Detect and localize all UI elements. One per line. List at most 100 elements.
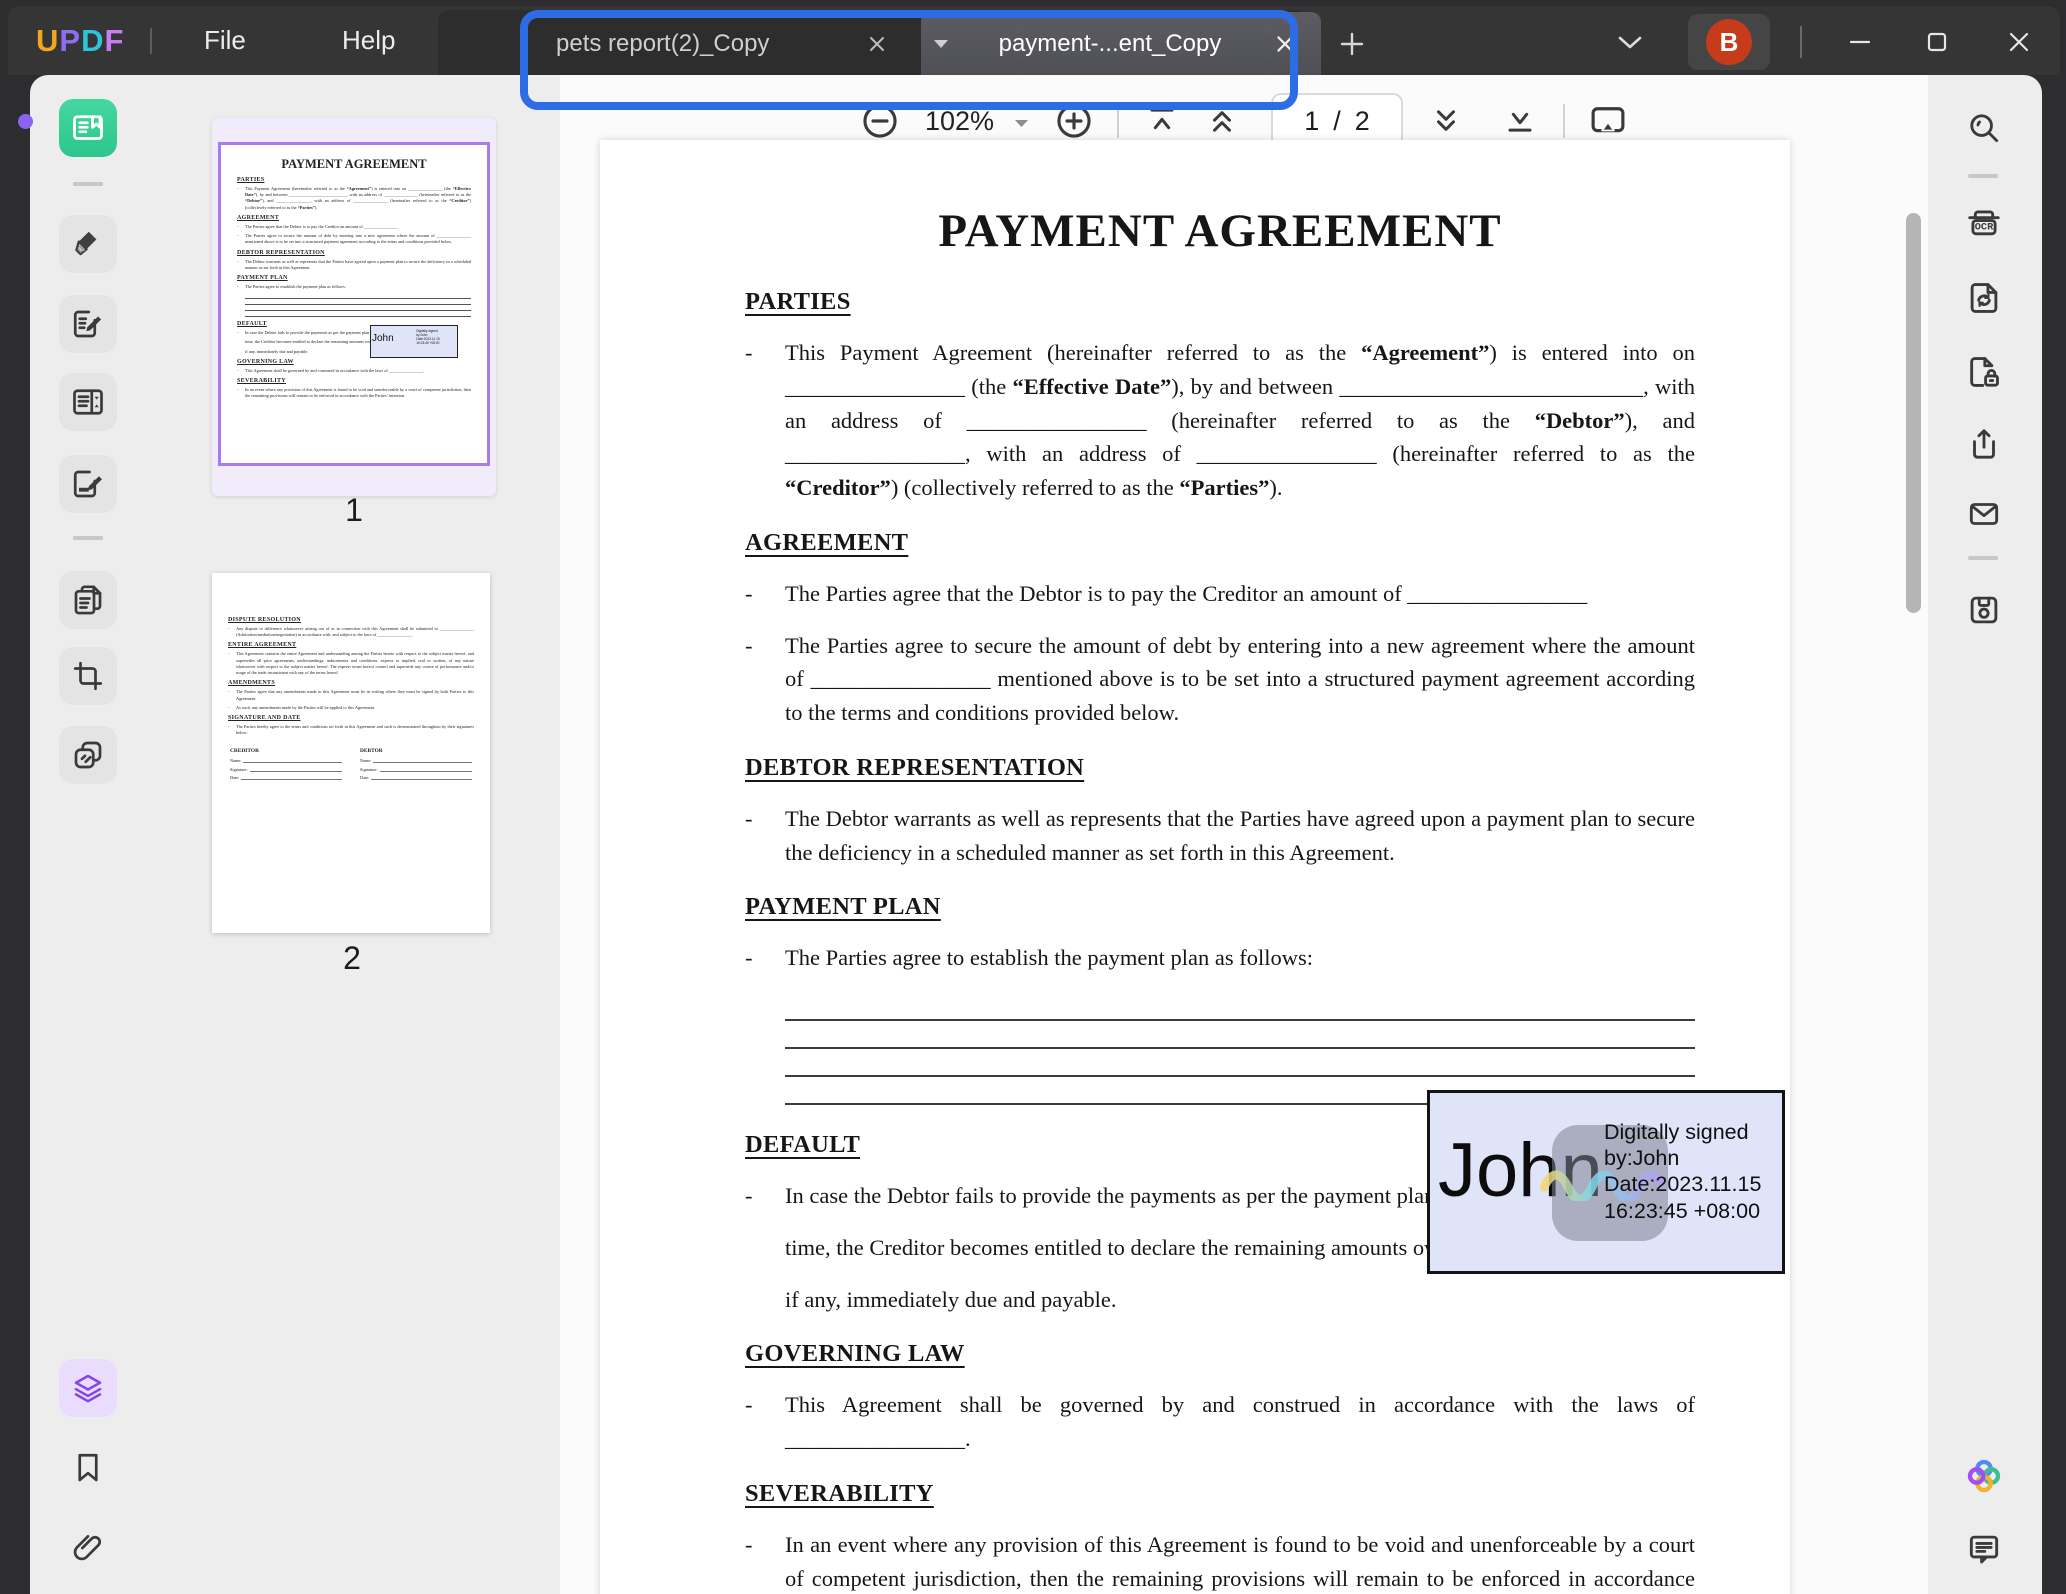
edit-pdf-tool-button[interactable] <box>59 295 117 353</box>
zoom-level[interactable]: 102% <box>925 106 994 137</box>
zoom-in-button[interactable] <box>1051 98 1097 144</box>
tab-payment-agreement[interactable]: payment-...ent_Copy <box>921 12 1321 75</box>
crop-tool-button[interactable] <box>59 647 117 705</box>
signer-title: CREDITOR <box>230 748 342 754</box>
doc-text: The Parties agree that the Debtor is to … <box>785 577 1695 611</box>
first-page-button[interactable] <box>1139 98 1185 144</box>
zoom-out-button[interactable] <box>857 98 903 144</box>
previous-page-button[interactable] <box>1199 98 1245 144</box>
chevron-down-icon[interactable] <box>1612 30 1648 56</box>
rail-divider <box>73 182 103 186</box>
blank-lines <box>745 993 1695 1105</box>
toolbar-divider <box>1563 104 1565 138</box>
list-dash <box>237 330 245 336</box>
doc-text: This Payment Agreement (hereinafter refe… <box>245 186 471 211</box>
chevron-down-icon[interactable] <box>933 39 949 49</box>
menu-divider <box>150 28 152 54</box>
new-tab-button[interactable] <box>1330 24 1374 64</box>
doc-paragraph: The Parties agree that the Debtor is to … <box>237 224 471 230</box>
minimize-button[interactable] <box>1834 22 1886 62</box>
signer-row-label: Date: <box>360 775 369 780</box>
signer-row-label: Signature: <box>360 767 378 772</box>
doc-title: PAYMENT AGREEMENT <box>237 157 471 172</box>
share-button[interactable] <box>1955 415 2013 473</box>
comment-tool-button[interactable] <box>59 215 117 273</box>
doc-paragraph: The Parties agree to establish the payme… <box>745 941 1695 975</box>
doc-heading: PAYMENT PLAN <box>237 275 471 281</box>
thumbnail-page1-content: PAYMENT AGREEMENT PARTIESThis Payment Ag… <box>221 145 487 463</box>
menu-help[interactable]: Help <box>342 25 395 56</box>
fill-sign-tool-button[interactable] <box>59 455 117 513</box>
doc-paragraph: The Debtor warrants as well as represent… <box>237 259 471 271</box>
doc-paragraph: The Parties agree to secure the amount o… <box>745 629 1695 730</box>
ocr-button[interactable]: OCR <box>1955 195 2013 253</box>
page-thumbnail-2[interactable]: DISPUTE RESOLUTIONAny dispute or differe… <box>212 573 490 933</box>
list-dash <box>228 689 236 701</box>
protect-button[interactable] <box>1955 343 2013 401</box>
page-tools-button[interactable] <box>59 571 117 629</box>
doc-heading: SIGNATURE AND DATE <box>228 715 474 721</box>
wipe-tool-button[interactable] <box>59 726 117 784</box>
list-dash <box>237 224 245 230</box>
vertical-scrollbar[interactable] <box>1906 213 1921 613</box>
list-dash <box>228 724 236 736</box>
digital-signature-stamp[interactable]: John Digitally signed by:John Date:2023.… <box>1427 1090 1785 1274</box>
doc-paragraph: In an event where any provision of this … <box>237 387 471 399</box>
document-viewport: 102% 1 / 2 <box>560 75 1928 1594</box>
presentation-mode-button[interactable] <box>1585 98 1631 144</box>
zoom-caret-icon[interactable] <box>1014 119 1029 128</box>
page-current: 1 <box>1304 106 1319 137</box>
feedback-button[interactable] <box>1955 1520 2013 1578</box>
list-dash <box>237 186 245 211</box>
last-page-button[interactable] <box>1497 98 1543 144</box>
account-button[interactable]: B <box>1688 14 1770 70</box>
maximize-button[interactable] <box>1911 22 1963 62</box>
doc-paragraph: This Agreement shall be governed by and … <box>745 1388 1695 1456</box>
list-dash <box>745 577 785 611</box>
doc-paragraph: The Debtor warrants as well as represent… <box>745 802 1695 870</box>
blank-line <box>785 993 1695 1021</box>
doc-heading: AGREEMENT <box>237 215 471 221</box>
doc-paragraph: The Parties agree to secure the amount o… <box>237 233 471 245</box>
toolbar-divider <box>1117 104 1119 138</box>
doc-text: As such, any amendments made by the Part… <box>236 705 474 711</box>
list-dash <box>745 941 785 975</box>
close-button[interactable] <box>1993 22 2045 62</box>
search-button[interactable] <box>1955 99 2013 157</box>
convert-button[interactable] <box>1955 269 2013 327</box>
attachment-panel-button[interactable] <box>59 1518 117 1576</box>
doc-heading: PAYMENT PLAN <box>745 893 1695 921</box>
lock-file-icon <box>1965 353 2003 391</box>
ai-assistant-button[interactable] <box>1955 1447 2013 1505</box>
doc-text: In an event where any provision of this … <box>245 387 471 399</box>
organize-pages-tool-button[interactable] <box>59 373 117 431</box>
next-page-button[interactable] <box>1423 98 1469 144</box>
list-dash <box>237 387 245 399</box>
doc-paragraph: This Payment Agreement (hereinafter refe… <box>745 336 1695 505</box>
bookmark-panel-button[interactable] <box>59 1439 117 1497</box>
list-dash <box>237 233 245 245</box>
doc-text: The Parties hereby agree to the terms an… <box>236 724 474 736</box>
blank-line <box>785 1049 1695 1077</box>
blank-line <box>245 311 471 317</box>
list-dash <box>745 1231 785 1265</box>
page-thumbnail-1[interactable]: PAYMENT AGREEMENT PARTIESThis Payment Ag… <box>212 118 496 496</box>
doc-text: The Parties agree that any amendments ma… <box>236 689 474 701</box>
tab-close-icon[interactable] <box>1265 24 1305 64</box>
tab-close-icon[interactable] <box>857 24 897 64</box>
reader-tool-button[interactable] <box>59 99 117 157</box>
list-dash <box>228 626 236 638</box>
list-dash <box>745 802 785 870</box>
list-dash <box>745 336 785 505</box>
signer-row: Date: <box>230 775 342 780</box>
layers-panel-button[interactable] <box>59 1359 117 1417</box>
rail-divider <box>1968 174 1998 178</box>
tab-pets-report[interactable]: pets report(2)_Copy <box>536 12 959 75</box>
email-button[interactable] <box>1955 485 2013 543</box>
signature-stamp-mini: John Digitally signed by:John Date:2023.… <box>370 325 458 358</box>
logo-letter: U <box>36 23 59 58</box>
signature-info: Digitally signed by:John Date:2023.11.15… <box>416 329 455 345</box>
save-button[interactable] <box>1955 581 2013 639</box>
menu-file[interactable]: File <box>204 25 246 56</box>
wipe-icon <box>70 737 106 773</box>
